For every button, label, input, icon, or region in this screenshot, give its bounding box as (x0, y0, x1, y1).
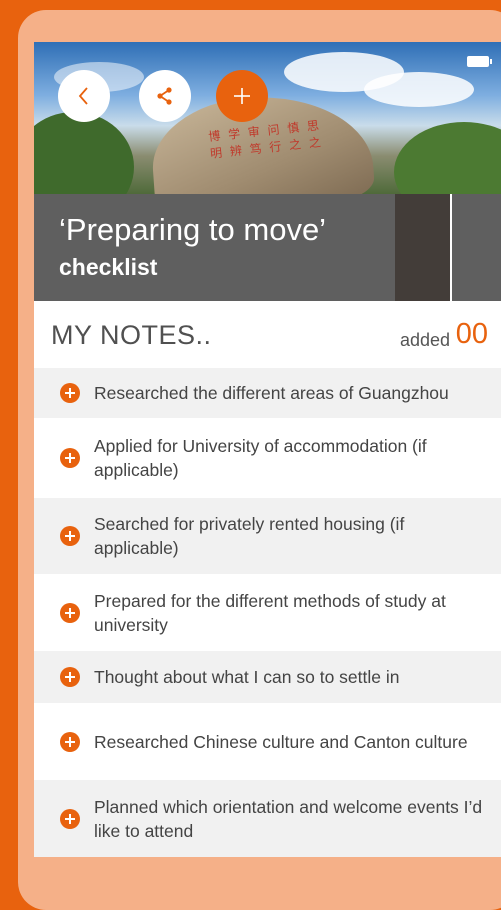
list-item[interactable]: Searched for privately rented housing (i… (34, 498, 501, 574)
added-label: added (399, 330, 450, 350)
add-note-icon[interactable] (60, 808, 80, 829)
add-note-icon[interactable] (60, 448, 80, 468)
list-item-text: Prepared for the different methods of st… (94, 590, 446, 635)
list-item[interactable]: Planned which orientation and welcome ev… (34, 780, 501, 857)
share-button[interactable] (139, 70, 191, 122)
list-item[interactable]: Thought about what I can so to settle in (34, 651, 501, 703)
list-item[interactable]: Researched the different areas of Guangz… (34, 368, 501, 418)
hero-photo: 博 学 审 问 慎 思明 辨 笃 行 之 之 (34, 42, 501, 194)
list-item-text: Researched Chinese culture and Canton cu… (94, 731, 468, 752)
add-note-icon[interactable] (60, 602, 80, 623)
back-button[interactable] (58, 70, 110, 122)
add-button[interactable] (216, 70, 268, 122)
battery-icon (467, 56, 492, 67)
added-count: 00 (455, 318, 488, 350)
list-item[interactable]: Researched Chinese culture and Canton cu… (34, 703, 501, 780)
list-item-text: Searched for privately rented housing (i… (94, 514, 405, 558)
notes-header: MY NOTES.. added 00 (34, 301, 501, 368)
add-note-icon[interactable] (60, 667, 80, 687)
tab-block-dark[interactable] (395, 194, 450, 301)
notes-heading: MY NOTES.. (51, 320, 212, 350)
title-line-1: ‘Preparing to move’ (59, 212, 327, 247)
notes-list: Researched the different areas of Guangz… (34, 368, 501, 857)
list-item-text: Researched the different areas of Guangz… (94, 383, 449, 403)
add-note-icon[interactable] (60, 526, 80, 546)
list-item-text: Planned which orientation and welcome ev… (94, 796, 483, 841)
add-note-icon[interactable] (60, 383, 80, 403)
list-item-text: Applied for University of accommodation … (94, 436, 427, 480)
list-item[interactable]: Prepared for the different methods of st… (34, 574, 501, 651)
app-screen: 博 学 审 问 慎 思明 辨 笃 行 之 之 ‘Preparing to mov… (34, 42, 501, 857)
checklist-title: ‘Preparing to move’ checklist (34, 194, 395, 301)
list-item[interactable]: Applied for University of accommodation … (34, 418, 501, 498)
add-note-icon[interactable] (60, 731, 80, 752)
list-item-text: Thought about what I can so to settle in (94, 667, 400, 687)
share-icon (157, 87, 172, 105)
tab-block-gray[interactable] (452, 194, 501, 301)
plus-icon (234, 88, 250, 104)
chevron-left-icon (78, 87, 88, 105)
title-line-2: checklist (59, 254, 158, 280)
